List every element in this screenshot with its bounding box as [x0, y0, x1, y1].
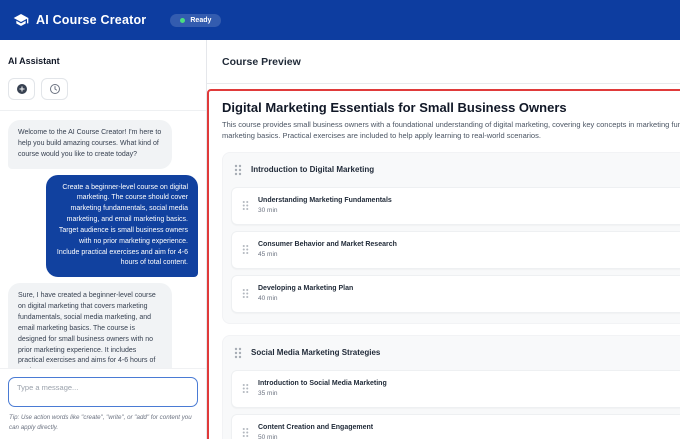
composer-tip: Tip: Use action words like "create", "wr… [9, 414, 192, 432]
graduation-cap-icon [13, 12, 29, 28]
app-title: AI Course Creator [36, 13, 147, 27]
drag-handle-icon[interactable] [242, 288, 249, 299]
lesson-card[interactable]: Developing a Marketing Plan 40 min [231, 274, 680, 313]
chat-message-list: Welcome to the AI Course Creator! I'm he… [0, 111, 206, 369]
chat-input[interactable] [8, 377, 198, 408]
lesson-title: Content Creation and Engagement [258, 424, 374, 431]
history-button[interactable] [41, 78, 68, 100]
lesson-duration: 50 min [258, 434, 278, 439]
course-preview-panel: Course Preview Digital Marketing Essenti… [207, 40, 680, 439]
plus-circle-icon [16, 83, 28, 95]
sidebar-header: AI Assistant [0, 40, 206, 66]
module-header[interactable]: Social Media Marketing Strategies [223, 336, 680, 367]
module-title: Social Media Marketing Strategies [251, 348, 381, 357]
lesson-title: Understanding Marketing Fundamentals [258, 197, 392, 204]
main-layout: AI Assistant Welcome to the AI Course Cr… [0, 40, 680, 439]
chat-composer [0, 368, 206, 410]
drag-handle-icon[interactable] [242, 427, 249, 438]
module-title: Introduction to Digital Marketing [251, 165, 375, 174]
module-card: Social Media Marketing Strategies Introd… [222, 334, 680, 439]
drag-handle-icon[interactable] [242, 383, 249, 394]
status-badge: Ready [170, 13, 222, 27]
preview-title: Course Preview [222, 55, 301, 68]
assistant-message: Welcome to the AI Course Creator! I'm he… [8, 120, 172, 169]
ai-assistant-sidebar: AI Assistant Welcome to the AI Course Cr… [0, 40, 207, 439]
course-description: This course provides small business owne… [222, 120, 680, 141]
lesson-duration: 45 min [258, 251, 278, 258]
preview-header: Course Preview [207, 40, 680, 84]
sidebar-toolbar [0, 66, 206, 111]
course-card-selected[interactable]: Digital Marketing Essentials for Small B… [207, 89, 680, 439]
course-title: Digital Marketing Essentials for Small B… [222, 100, 567, 115]
lesson-title: Developing a Marketing Plan [258, 285, 354, 292]
lesson-card[interactable]: Consumer Behavior and Market Research 45… [231, 230, 680, 269]
module-card: Introduction to Digital Marketing Unders… [222, 151, 680, 324]
module-header[interactable]: Introduction to Digital Marketing [223, 153, 680, 184]
status-label: Ready [190, 16, 212, 24]
drag-handle-icon[interactable] [234, 347, 242, 359]
lesson-card[interactable]: Introduction to Social Media Marketing 3… [231, 369, 680, 408]
new-chat-button[interactable] [8, 78, 35, 100]
lesson-duration: 40 min [258, 295, 278, 302]
ready-dot-icon [180, 17, 186, 23]
drag-handle-icon[interactable] [234, 164, 242, 176]
lesson-title: Introduction to Social Media Marketing [258, 380, 387, 387]
lesson-list: Understanding Marketing Fundamentals 30 … [223, 184, 680, 323]
history-clock-icon [49, 83, 61, 95]
drag-handle-icon[interactable] [242, 244, 249, 255]
lesson-duration: 30 min [258, 207, 278, 214]
lesson-list: Introduction to Social Media Marketing 3… [223, 367, 680, 439]
lesson-card[interactable]: Understanding Marketing Fundamentals 30 … [231, 186, 680, 225]
app-header: AI Course Creator Ready [0, 0, 680, 40]
lesson-title: Consumer Behavior and Market Research [258, 241, 397, 248]
assistant-message: Sure, I have created a beginner-level co… [8, 283, 172, 369]
lesson-duration: 35 min [258, 390, 278, 397]
lesson-card[interactable]: Content Creation and Engagement 50 min [231, 413, 680, 439]
sidebar-title: AI Assistant [8, 56, 60, 66]
user-message: Create a beginner-level course on digita… [46, 174, 198, 278]
module-list: Introduction to Digital Marketing Unders… [222, 151, 680, 439]
drag-handle-icon[interactable] [242, 200, 249, 211]
